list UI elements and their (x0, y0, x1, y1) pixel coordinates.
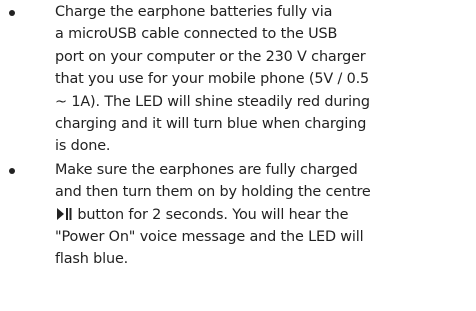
bullet-dot (9, 10, 15, 16)
list-item: Make sure the earphones are fully charge… (0, 159, 473, 271)
text-line: ~ 1A). The LED will shine steadily red d… (55, 93, 370, 110)
text-line: port on your computer or the 230 V charg… (55, 48, 366, 65)
instruction-document: Charge the earphone batteries fully via … (0, 0, 476, 311)
text-line-with-icon: button for 2 seconds. You will hear the (55, 204, 473, 226)
text-line-after-icon: button for 2 seconds. You will hear the (73, 206, 349, 223)
text-line: Charge the earphone batteries fully via (55, 4, 333, 20)
text-line: a microUSB cable connected to the USB (55, 26, 338, 43)
text-line: charging and it will turn blue when char… (55, 116, 367, 133)
list-item: Charge the earphone batteries fully via … (0, 0, 473, 158)
bullet-list: Charge the earphone batteries fully via … (0, 0, 476, 271)
text-line: that you use for your mobile phone (5V /… (55, 71, 370, 88)
text-line: flash blue. (55, 251, 129, 268)
text-line: is done. (55, 138, 111, 155)
text-line: Make sure the earphones are fully charge… (55, 161, 358, 178)
text-line: "Power On" voice message and the LED wil… (55, 229, 364, 246)
play-pause-icon (56, 207, 72, 221)
text-line: and then turn them on by holding the cen… (55, 184, 371, 201)
bullet-dot (9, 167, 15, 174)
